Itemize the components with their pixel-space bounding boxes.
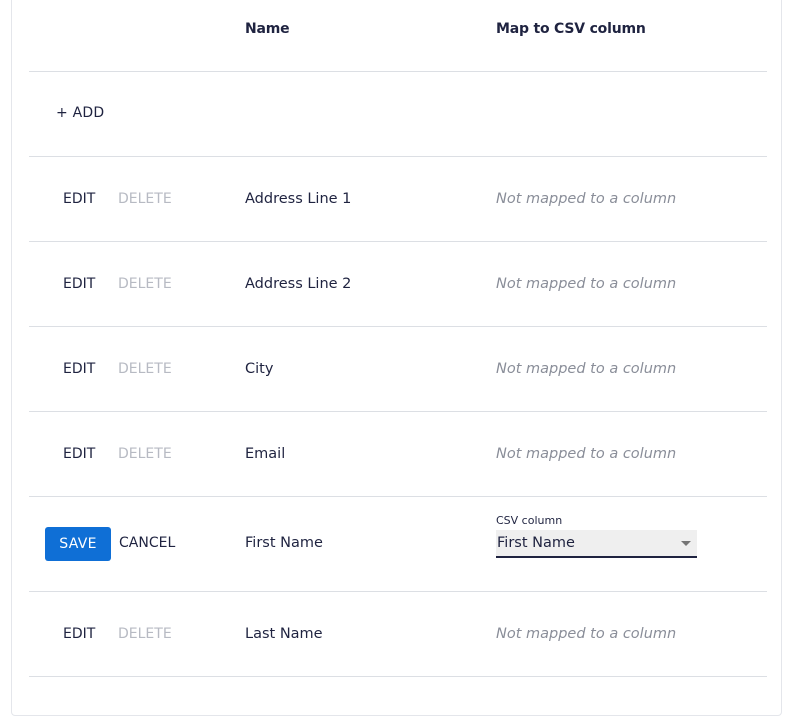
cancel-button[interactable]: CANCEL — [119, 535, 175, 551]
csv-column-select[interactable]: First Name — [496, 530, 697, 558]
save-button[interactable]: SAVE — [45, 527, 111, 561]
field-name: Address Line 1 — [245, 191, 352, 207]
table-row: EDIT DELETE Last Name Not mapped to a co… — [29, 592, 767, 677]
delete-button[interactable]: DELETE — [118, 276, 172, 292]
field-name: City — [245, 361, 274, 377]
table-row: EDIT DELETE Email Not mapped to a column — [29, 412, 767, 497]
csv-column-selected-value: First Name — [497, 535, 575, 551]
field-name: Address Line 2 — [245, 276, 352, 292]
edit-button[interactable]: EDIT — [63, 446, 95, 462]
edit-button[interactable]: EDIT — [63, 361, 95, 377]
delete-button[interactable]: DELETE — [118, 361, 172, 377]
edit-button[interactable]: EDIT — [63, 276, 95, 292]
table-row: EDIT DELETE Address Line 2 Not mapped to… — [29, 242, 767, 327]
table-header: Name Map to CSV column — [29, 1, 767, 72]
edit-button[interactable]: EDIT — [63, 191, 95, 207]
delete-button[interactable]: DELETE — [118, 446, 172, 462]
edit-button[interactable]: EDIT — [63, 626, 95, 642]
add-button[interactable]: + ADD — [56, 105, 104, 121]
chevron-down-icon — [681, 541, 691, 546]
field-mapping-card: Name Map to CSV column + ADD EDIT DELETE… — [11, 0, 782, 716]
column-header-map: Map to CSV column — [496, 21, 646, 37]
mapping-status: Not mapped to a column — [496, 191, 677, 207]
delete-button[interactable]: DELETE — [118, 191, 172, 207]
mapping-status: Not mapped to a column — [496, 446, 677, 462]
table-row: EDIT DELETE Address Line 1 Not mapped to… — [29, 157, 767, 242]
field-name: First Name — [245, 535, 323, 551]
field-name: Email — [245, 446, 286, 462]
add-row: + ADD — [29, 72, 767, 157]
field-mapping-table: Name Map to CSV column + ADD EDIT DELETE… — [29, 1, 767, 707]
table-row-editing: SAVE CANCEL First Name CSV column First … — [29, 497, 767, 592]
csv-column-label: CSV column — [496, 514, 563, 527]
table-row — [29, 677, 767, 707]
table-row: EDIT DELETE City Not mapped to a column — [29, 327, 767, 412]
mapping-status: Not mapped to a column — [496, 276, 677, 292]
delete-button[interactable]: DELETE — [118, 626, 172, 642]
mapping-status: Not mapped to a column — [496, 626, 677, 642]
mapping-status: Not mapped to a column — [496, 361, 677, 377]
field-name: Last Name — [245, 626, 323, 642]
column-header-name: Name — [245, 21, 290, 37]
csv-column-select-field: CSV column First Name — [496, 514, 697, 558]
